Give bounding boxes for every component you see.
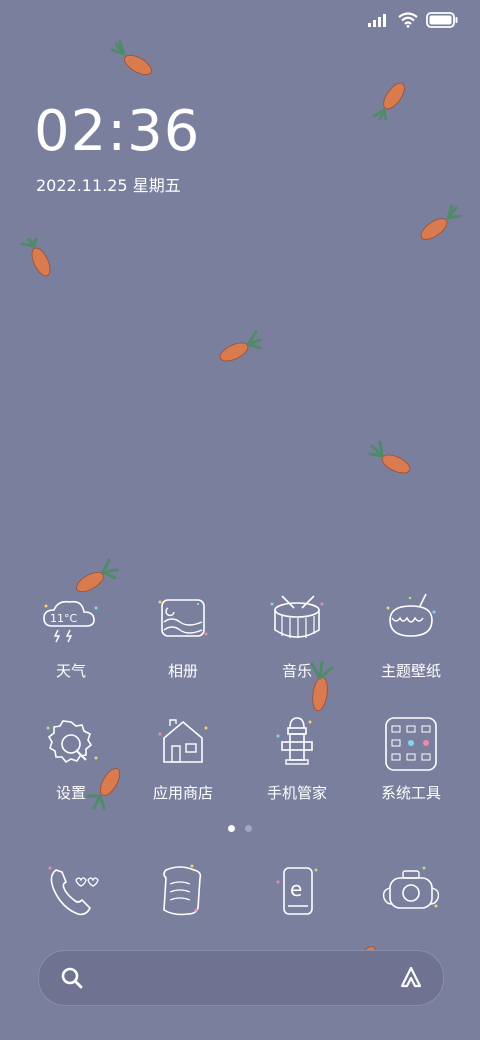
- wifi-icon: [398, 12, 418, 28]
- app-label: 应用商店: [152, 784, 213, 802]
- app-settings[interactable]: 设置: [16, 714, 126, 803]
- carrot-wallpaper-icon: [219, 330, 262, 362]
- battery-icon: [426, 12, 458, 28]
- settings-icon: [46, 720, 98, 764]
- carrot-wallpaper-icon: [372, 82, 405, 120]
- dock-browser[interactable]: e: [242, 858, 352, 928]
- camera-icon: [382, 866, 440, 909]
- messages-icon: [163, 864, 202, 916]
- app-store[interactable]: 应用商店: [128, 714, 238, 803]
- carrot-wallpaper-icon: [420, 204, 462, 240]
- app-label: 音乐: [281, 662, 312, 680]
- security-icon: [276, 717, 313, 765]
- assistant-icon[interactable]: [397, 964, 425, 992]
- dock-phone[interactable]: [16, 858, 126, 928]
- page-dot-active: [228, 825, 235, 832]
- app-themes[interactable]: 主题壁纸: [356, 592, 466, 681]
- page-indicator[interactable]: [228, 825, 252, 832]
- gallery-icon: [158, 599, 208, 637]
- app-label: 系统工具: [380, 784, 441, 802]
- app-music[interactable]: 音乐: [242, 592, 352, 681]
- app-store-icon: [158, 719, 208, 763]
- page-dot: [245, 825, 252, 832]
- carrot-wallpaper-icon: [368, 440, 411, 474]
- search-icon[interactable]: [59, 965, 85, 991]
- app-label: 天气: [55, 662, 86, 680]
- themes-icon: [386, 593, 436, 637]
- app-label: 手机管家: [266, 784, 327, 802]
- carrot-wallpaper-icon: [110, 40, 152, 76]
- app-security[interactable]: 手机管家: [242, 714, 352, 803]
- search-bar[interactable]: [38, 950, 444, 1006]
- app-weather[interactable]: 11°C 天气: [16, 592, 126, 681]
- dock-camera[interactable]: [356, 858, 466, 928]
- app-label: 设置: [55, 784, 86, 802]
- music-drum-icon: [270, 595, 324, 638]
- app-label: 主题壁纸: [380, 662, 441, 680]
- status-bar: [368, 8, 458, 32]
- weather-temp: 11°C: [50, 612, 77, 625]
- app-tools[interactable]: 系统工具: [356, 714, 466, 803]
- dock-messages[interactable]: [128, 858, 238, 928]
- app-label: 相册: [167, 662, 198, 680]
- weather-icon: 11°C: [43, 600, 98, 643]
- clock-time[interactable]: 02:36: [34, 104, 200, 160]
- carrot-wallpaper-icon: [20, 238, 51, 277]
- signal-icon: [368, 14, 386, 27]
- phone-icon: [48, 866, 99, 916]
- browser-icon: e: [276, 867, 318, 915]
- app-gallery[interactable]: 相册: [128, 592, 238, 681]
- clock-date: 2022.11.25 星期五: [36, 176, 181, 195]
- browser-letter: e: [290, 877, 302, 901]
- tools-icon: [385, 717, 437, 771]
